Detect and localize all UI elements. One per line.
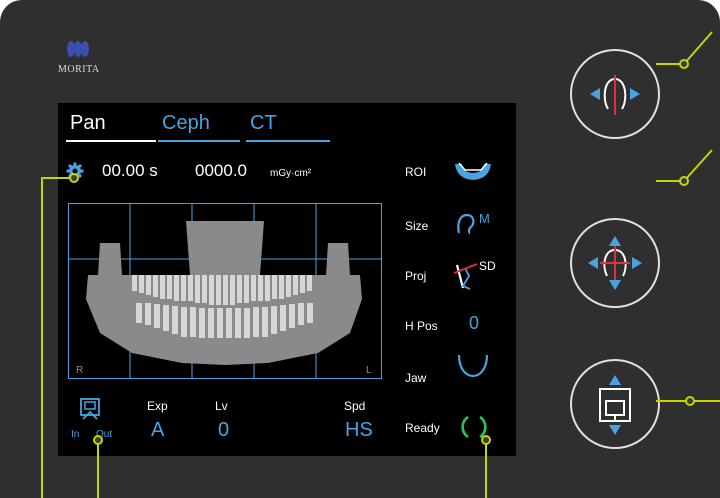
callout-leaders bbox=[41, 31, 720, 498]
control-panel: MORITA Pan Ceph CT 00.00 s 0000.0 mGy·cm… bbox=[0, 0, 720, 498]
